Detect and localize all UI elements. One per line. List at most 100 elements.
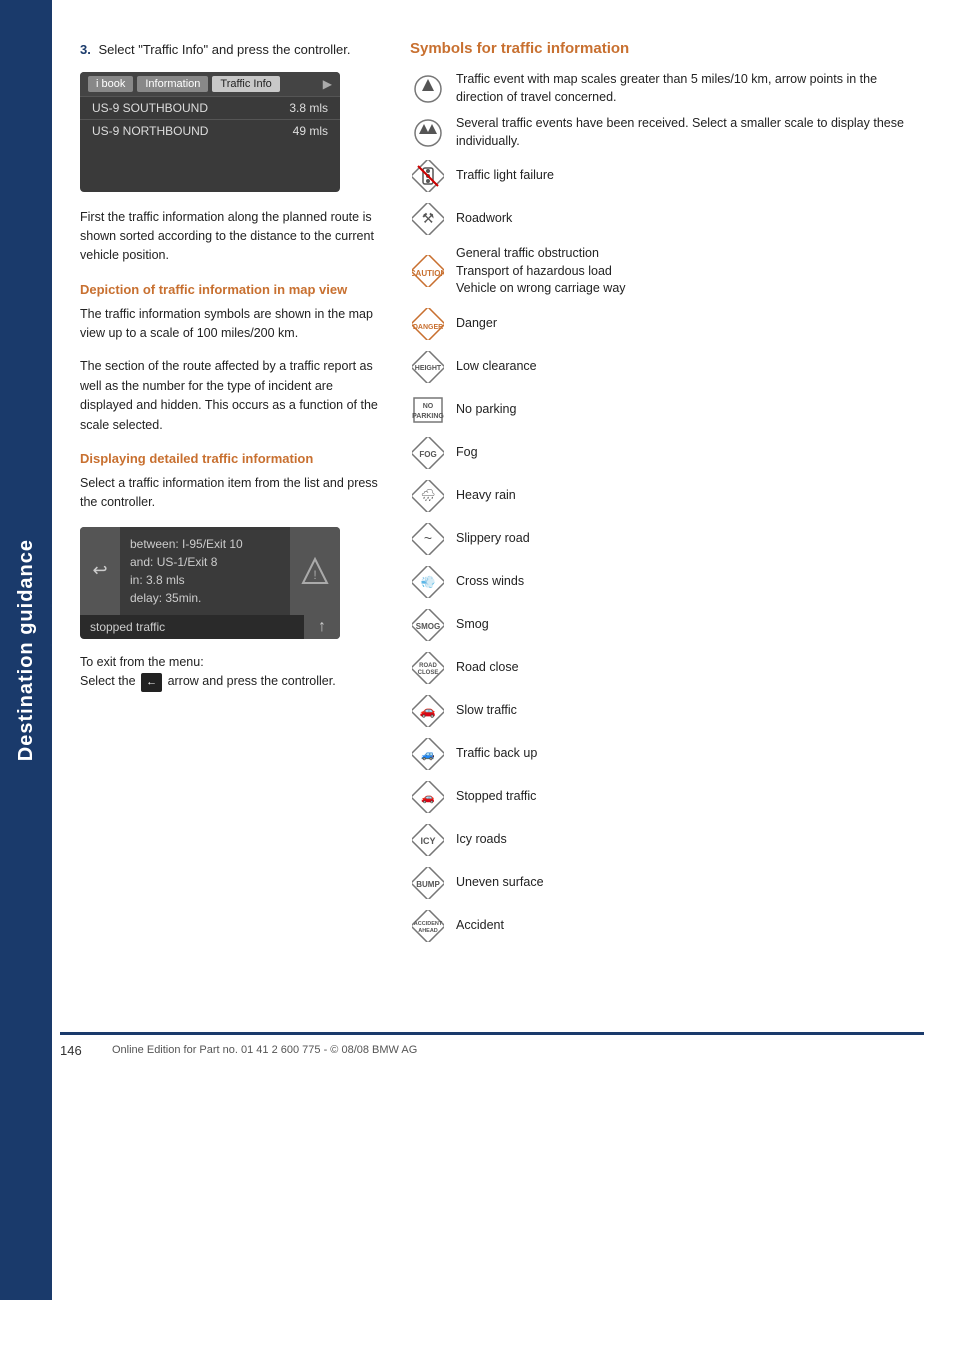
arrow-circle-icon <box>410 72 446 106</box>
symbol-row-2: Several traffic events have been receive… <box>410 115 924 150</box>
exit-line2: Select the <box>80 674 136 688</box>
two-column-layout: 3. Select "Traffic Info" and press the c… <box>80 40 924 952</box>
tab-ibook[interactable]: i book <box>88 76 133 92</box>
sidebar-title: Destination guidance <box>15 539 38 761</box>
svg-text:FOG: FOG <box>419 450 436 459</box>
route-line-3: in: 3.8 mls <box>130 571 280 589</box>
no-parking-icon: NO PARKING <box>410 393 446 427</box>
traffic-box-header: i book Information Traffic Info ▶ <box>80 72 340 96</box>
svg-text:!: ! <box>313 568 316 582</box>
svg-text:ICY: ICY <box>420 836 435 846</box>
detail-status: stopped traffic <box>80 615 304 639</box>
section2-heading: Displaying detailed traffic information <box>80 451 380 466</box>
sidebar: Destination guidance <box>0 0 52 1300</box>
detail-arrow-up: ↑ <box>304 615 340 639</box>
symbol-text-12: Cross winds <box>456 573 924 591</box>
symbol-text-13: Smog <box>456 616 924 634</box>
symbol-text-10: Heavy rain <box>456 487 924 505</box>
detail-container: ↩ between: I-95/Exit 10 and: US-1/Exit 8… <box>80 527 340 639</box>
double-arrow-circle-icon <box>410 116 446 150</box>
route-line-2: and: US-1/Exit 8 <box>130 553 280 571</box>
detail-box: ↩ between: I-95/Exit 10 and: US-1/Exit 8… <box>80 527 340 615</box>
symbol-text-15: Slow traffic <box>456 702 924 720</box>
traffic-light-icon <box>410 159 446 193</box>
exit-line3: arrow and press the controller. <box>168 674 336 688</box>
fog-icon: FOG <box>410 436 446 470</box>
symbol-text-7: Low clearance <box>456 358 924 376</box>
section1-heading: Depiction of traffic information in map … <box>80 282 380 297</box>
symbol-text-5: General traffic obstructionTransport of … <box>456 245 924 298</box>
tab-trafficinfo[interactable]: Traffic Info <box>212 76 279 92</box>
svg-text:AHEAD: AHEAD <box>418 928 438 934</box>
route-1-distance: 3.8 mls <box>289 101 328 115</box>
right-column: Symbols for traffic information Traffic … <box>410 40 924 952</box>
symbol-row-17: 🚗 Stopped traffic <box>410 780 924 814</box>
svg-text:🚗: 🚗 <box>421 792 435 804</box>
svg-text:CLOSE: CLOSE <box>418 670 439 676</box>
svg-text:NO: NO <box>423 403 434 410</box>
symbol-row-18: ICY Icy roads <box>410 823 924 857</box>
svg-text:CAUTION: CAUTION <box>412 269 444 278</box>
svg-text:ROAD: ROAD <box>419 663 437 669</box>
symbol-row-3: Traffic light failure <box>410 159 924 193</box>
symbol-text-6: Danger <box>456 315 924 333</box>
stopped-traffic-icon: 🚗 <box>410 780 446 814</box>
slow-traffic-icon: 🚗 <box>410 694 446 728</box>
symbol-text-2: Several traffic events have been receive… <box>456 115 924 150</box>
traffic-row-1: US-9 SOUTHBOUND 3.8 mls <box>80 96 340 119</box>
symbol-text-17: Stopped traffic <box>456 788 924 806</box>
step3-text: Select "Traffic Info" and press the cont… <box>98 42 350 57</box>
route-2-name: US-9 NORTHBOUND <box>92 124 208 138</box>
detail-route-lines: between: I-95/Exit 10 and: US-1/Exit 8 i… <box>130 535 280 607</box>
tab-information[interactable]: Information <box>137 76 208 92</box>
icy-icon: ICY <box>410 823 446 857</box>
page-footer: 146 Online Edition for Part no. 01 41 2 … <box>60 1032 924 1058</box>
wind-icon: 💨 <box>410 565 446 599</box>
symbol-text-9: Fog <box>456 444 924 462</box>
route-line-1: between: I-95/Exit 10 <box>130 535 280 553</box>
svg-text:⚒: ⚒ <box>422 210 435 226</box>
route-1-name: US-9 SOUTHBOUND <box>92 101 208 115</box>
symbol-row-13: SMOG Smog <box>410 608 924 642</box>
symbol-row-8: NO PARKING No parking <box>410 393 924 427</box>
svg-text:SMOG: SMOG <box>416 622 440 631</box>
svg-text:HEIGHT: HEIGHT <box>415 365 442 372</box>
caution-icon: CAUTION <box>410 254 446 288</box>
step3-heading: 3. Select "Traffic Info" and press the c… <box>80 40 380 60</box>
detail-back-icon: ↩ <box>80 527 120 615</box>
svg-text:DANGER: DANGER <box>413 324 443 331</box>
svg-text:PARKING: PARKING <box>412 413 444 420</box>
symbol-row-4: ⚒ Roadwork <box>410 202 924 236</box>
route-line-4: delay: 35min. <box>130 589 280 607</box>
height-icon: HEIGHT <box>410 350 446 384</box>
main-content: 3. Select "Traffic Info" and press the c… <box>60 0 954 992</box>
symbol-row-15: 🚗 Slow traffic <box>410 694 924 728</box>
symbol-row-11: ~ Slippery road <box>410 522 924 556</box>
symbol-row-14: ROAD CLOSE Road close <box>410 651 924 685</box>
roadwork-icon: ⚒ <box>410 202 446 236</box>
route-2-distance: 49 mls <box>293 124 328 138</box>
danger-icon: DANGER <box>410 307 446 341</box>
detail-content: between: I-95/Exit 10 and: US-1/Exit 8 i… <box>120 527 290 615</box>
symbol-text-8: No parking <box>456 401 924 419</box>
symbol-text-4: Roadwork <box>456 210 924 228</box>
exit-arrow: ← <box>141 673 162 692</box>
exit-text: To exit from the menu: Select the ← arro… <box>80 653 380 692</box>
body-text-1: First the traffic information along the … <box>80 208 380 266</box>
traffic-backup-icon: 🚙 <box>410 737 446 771</box>
traffic-info-box: i book Information Traffic Info ▶ US-9 S… <box>80 72 340 192</box>
traffic-row-2: US-9 NORTHBOUND 49 mls <box>80 119 340 142</box>
symbol-text-19: Uneven surface <box>456 874 924 892</box>
symbol-row-5: CAUTION General traffic obstructionTrans… <box>410 245 924 298</box>
svg-text:🚗: 🚗 <box>420 703 436 718</box>
symbol-row-12: 💨 Cross winds <box>410 565 924 599</box>
svg-text:💨: 💨 <box>421 575 436 589</box>
svg-text:ACCIDENT: ACCIDENT <box>414 921 443 927</box>
bump-icon: BUMP <box>410 866 446 900</box>
tab-next-arrow[interactable]: ▶ <box>323 77 332 91</box>
symbol-text-11: Slippery road <box>456 530 924 548</box>
symbol-text-3: Traffic light failure <box>456 167 924 185</box>
symbol-text-14: Road close <box>456 659 924 677</box>
svg-text:BUMP: BUMP <box>416 880 440 889</box>
rain-icon: 🌧 <box>410 479 446 513</box>
